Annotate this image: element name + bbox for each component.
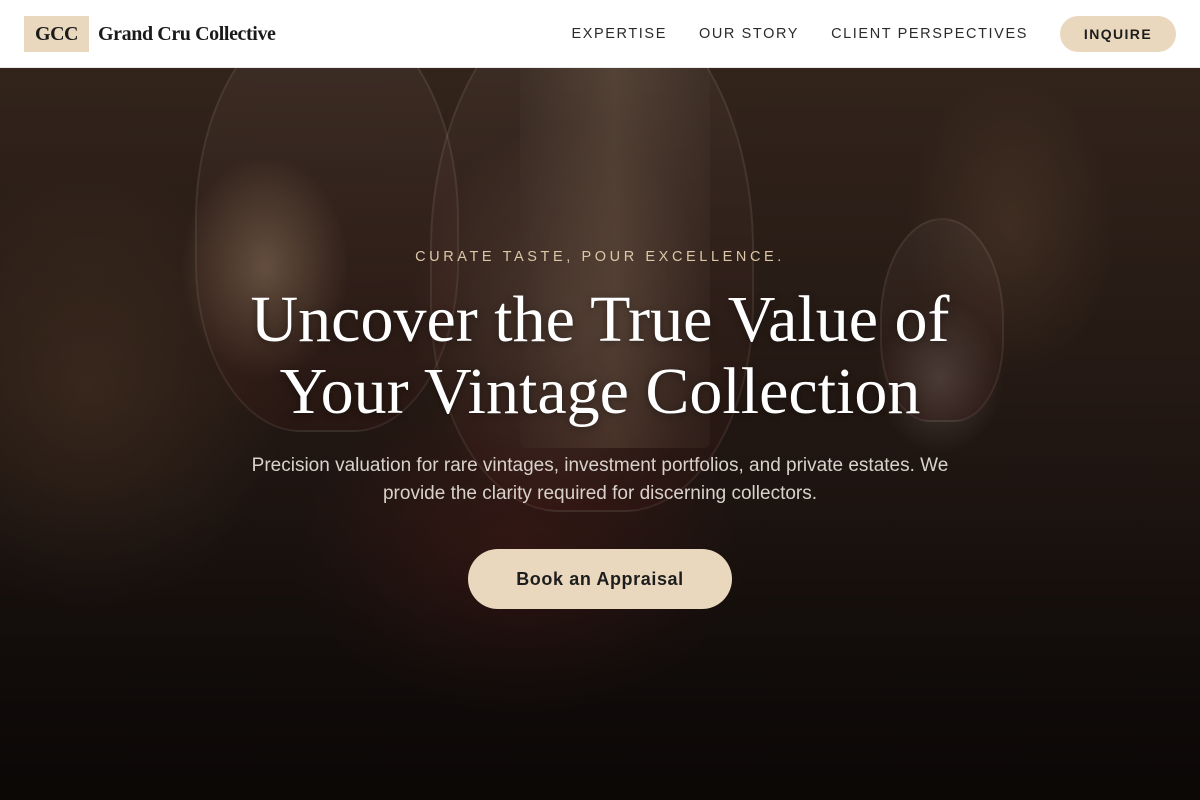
hero-title: Uncover the True Value of Your Vintage C… <box>150 284 1050 428</box>
nav-link-client-perspectives[interactable]: CLIENT PERSPECTIVES <box>831 26 1028 42</box>
nav-link-expertise[interactable]: EXPERTISE <box>571 26 667 42</box>
hero-overlay <box>0 68 1200 800</box>
hero-subtitle: Precision valuation for rare vintages, i… <box>180 452 1020 508</box>
hero-title-line-1: Uncover the True Value of <box>250 283 950 356</box>
hero-subtitle-line-2: provide the clarity required for discern… <box>382 483 818 504</box>
logo-mark: GCC <box>24 16 89 52</box>
logo-link[interactable]: GCC Grand Cru Collective <box>24 16 276 52</box>
site-header: GCC Grand Cru Collective EXPERTISE OUR S… <box>0 0 1200 68</box>
inquire-button[interactable]: INQUIRE <box>1060 16 1176 52</box>
main-nav: EXPERTISE OUR STORY CLIENT PERSPECTIVES … <box>571 0 1176 68</box>
hero-title-line-2: Your Vintage Collection <box>279 355 921 428</box>
logo-text: Grand Cru Collective <box>98 22 276 45</box>
hero-subtitle-line-1: Precision valuation for rare vintages, i… <box>251 455 949 476</box>
hero-eyebrow: CURATE TASTE, POUR EXCELLENCE. <box>415 249 785 265</box>
nav-link-our-story[interactable]: OUR STORY <box>699 26 799 42</box>
hero-section: CURATE TASTE, POUR EXCELLENCE. Uncover t… <box>0 68 1200 800</box>
book-appraisal-button[interactable]: Book an Appraisal <box>468 549 732 609</box>
